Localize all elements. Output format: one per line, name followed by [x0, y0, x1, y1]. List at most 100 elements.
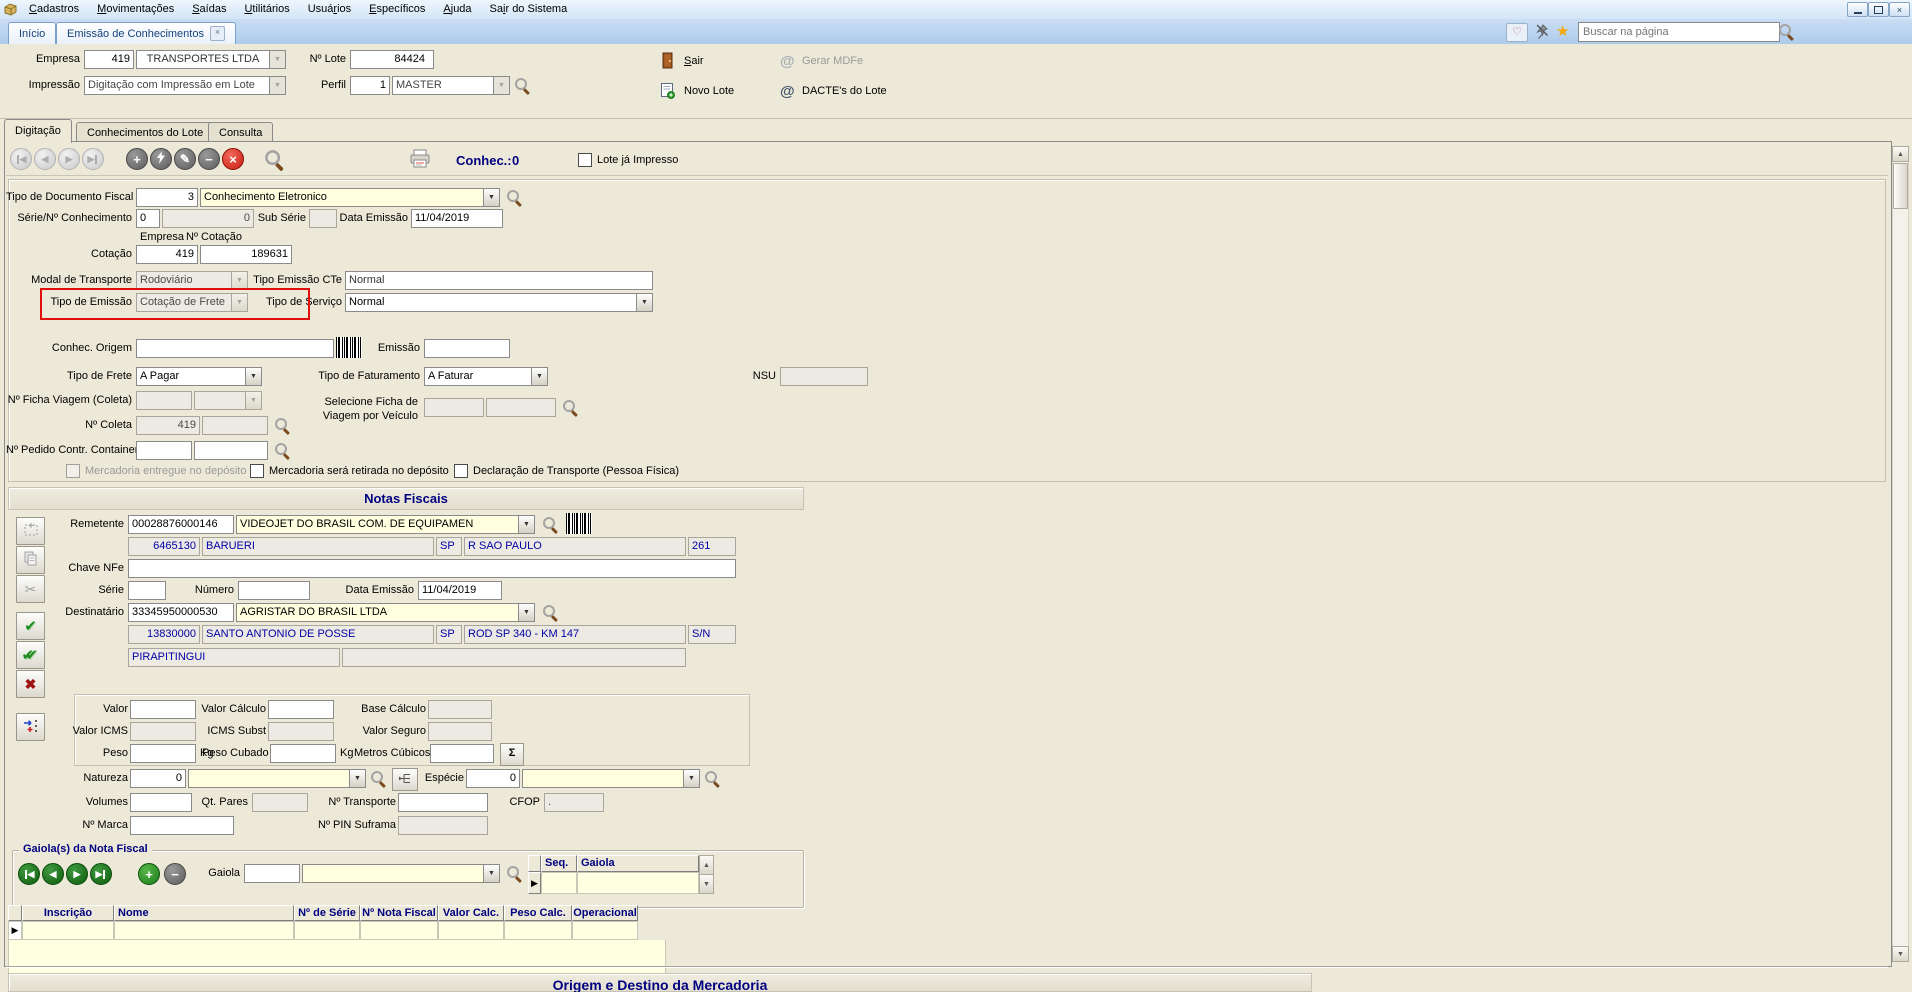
destinatario-search-icon[interactable]	[542, 604, 559, 621]
tipo-doc-search-icon[interactable]	[506, 189, 523, 206]
chave-nfe-field[interactable]	[128, 559, 736, 578]
metros-cubicos-field[interactable]	[430, 744, 494, 763]
destinatario-dropdown-arrow-icon[interactable]: ▼	[518, 603, 535, 622]
sair-button[interactable]: Sair	[684, 52, 704, 71]
search-input[interactable]	[1578, 22, 1780, 42]
especie-dropdown-arrow-icon[interactable]: ▼	[683, 769, 700, 788]
conhec-origem-field[interactable]	[136, 339, 334, 358]
tab-consulta[interactable]: Consulta	[208, 122, 274, 143]
dactes-do-lote-button[interactable]: DACTE's do Lote	[802, 82, 887, 101]
insert-values-button[interactable]	[16, 713, 45, 741]
perfil-code-field[interactable]: 1	[350, 76, 390, 95]
menu-ajuda[interactable]: Ajuda	[434, 0, 480, 19]
serie-field[interactable]: 0	[136, 209, 160, 228]
gaiola-previous-button[interactable]: ◀	[42, 863, 64, 885]
tipo-faturamento-field[interactable]: A Faturar	[424, 367, 532, 386]
grid-cell[interactable]	[438, 921, 504, 940]
vertical-scrollbar[interactable]	[1892, 146, 1909, 962]
tab-close-icon[interactable]: ×	[209, 26, 225, 41]
gaiola-dropdown-arrow-icon[interactable]: ▼	[483, 864, 500, 883]
tab-emissao-de-conhecimentos[interactable]: Emissão de Conhecimentos ×	[56, 22, 236, 44]
printer-icon[interactable]	[408, 149, 432, 169]
menu-saidas[interactable]: Saídas	[183, 0, 235, 19]
grid-cell[interactable]	[22, 921, 114, 940]
search-icon[interactable]	[1778, 23, 1795, 40]
natureza-code-field[interactable]: 0	[130, 769, 186, 788]
menu-movimentacoes[interactable]: Movimentações	[88, 0, 183, 19]
grid-empty-row[interactable]: ▶	[8, 921, 638, 940]
perfil-name-field[interactable]: MASTER	[392, 76, 494, 95]
close-button[interactable]: ×	[1889, 2, 1910, 17]
menu-utilitarios[interactable]: Utilitários	[235, 0, 298, 19]
remetente-search-icon[interactable]	[542, 516, 559, 533]
menu-usuarios[interactable]: Usuários	[299, 0, 360, 19]
gaiola-grid-cell-gaiola[interactable]	[577, 872, 699, 894]
gaiola-remove-button[interactable]: −	[164, 863, 186, 885]
natureza-hierarchy-button[interactable]	[392, 768, 418, 791]
dacte-at-icon[interactable]: @	[780, 82, 795, 101]
favorites-heart-button[interactable]: ♡	[1506, 23, 1528, 42]
tipo-doc-field[interactable]: Conhecimento Eletronico	[200, 188, 484, 207]
empresa-code-field[interactable]: 419	[84, 50, 134, 69]
tab-conhecimentos-do-lote[interactable]: Conhecimentos do Lote	[76, 122, 215, 143]
grid-cell[interactable]	[294, 921, 360, 940]
gaiola-grid-scroll-up[interactable]: ▲	[699, 855, 714, 875]
natureza-dropdown-arrow-icon[interactable]: ▼	[349, 769, 366, 788]
natureza-search-icon[interactable]	[370, 770, 387, 787]
n-transporte-field[interactable]	[398, 793, 488, 812]
menu-especificos[interactable]: Específicos	[360, 0, 434, 19]
empresa-name-field[interactable]: TRANSPORTES LTDA	[136, 50, 270, 69]
toolbar-search-icon[interactable]	[264, 149, 285, 170]
scroll-thumb[interactable]	[1893, 163, 1908, 209]
cancel-nota-button[interactable]: ✖	[16, 670, 45, 698]
especie-code-field[interactable]: 0	[466, 769, 520, 788]
novo-lote-button[interactable]: Novo Lote	[684, 82, 734, 101]
cancel-record-button[interactable]: ×	[222, 148, 244, 170]
gaiola-code-field[interactable]	[244, 864, 300, 883]
emissao-field[interactable]	[424, 339, 510, 358]
remetente-dropdown-arrow-icon[interactable]: ▼	[518, 515, 535, 534]
scroll-up-button[interactable]: ▲	[1892, 146, 1909, 162]
remetente-doc-field[interactable]: 00028876000146	[128, 515, 234, 534]
gaiola-desc-field[interactable]	[302, 864, 484, 883]
gaiola-first-button[interactable]: ◀	[18, 863, 40, 885]
scroll-down-button[interactable]: ▼	[1892, 946, 1909, 962]
tipo-doc-code-field[interactable]: 3	[136, 188, 198, 207]
grid-cell[interactable]	[572, 921, 638, 940]
barcode-icon[interactable]	[336, 337, 362, 358]
gaiola-last-button[interactable]: ▶	[90, 863, 112, 885]
perfil-search-icon[interactable]	[514, 77, 531, 94]
grid-cell[interactable]	[504, 921, 572, 940]
pedido-container-code-field[interactable]	[136, 441, 192, 460]
remetente-nome-field[interactable]: VIDEOJET DO BRASIL COM. DE EQUIPAMEN	[236, 515, 519, 534]
tipo-frete-field[interactable]: A Pagar	[136, 367, 246, 386]
peso-cubado-field[interactable]	[270, 744, 336, 763]
pedido-container-search-icon[interactable]	[274, 442, 291, 459]
tipo-frete-dropdown-arrow-icon[interactable]: ▼	[245, 367, 262, 386]
valor-calculo-field[interactable]	[268, 700, 334, 719]
mercadoria-retirada-checkbox[interactable]: Mercadoria será retirada no depósito	[250, 463, 449, 479]
especie-field[interactable]	[522, 769, 684, 788]
data-emissao-field[interactable]: 11/04/2019	[411, 209, 503, 228]
pin-icon[interactable]	[1534, 22, 1550, 40]
edit-record-button[interactable]: ✎	[174, 148, 196, 170]
lote-field[interactable]: 84424	[350, 50, 434, 69]
tab-inicio[interactable]: Início	[8, 22, 57, 44]
natureza-field[interactable]	[188, 769, 350, 788]
destinatario-doc-field[interactable]: 33345950000530	[128, 603, 234, 622]
gaiola-grid-scroll-down[interactable]: ▼	[699, 874, 714, 894]
serie-nf-field[interactable]	[128, 581, 166, 600]
volumes-field[interactable]	[130, 793, 192, 812]
declaracao-transporte-checkbox[interactable]: Declaração de Transporte (Pessoa Física)	[454, 463, 679, 479]
quick-action-button[interactable]	[150, 148, 172, 170]
lote-ja-impresso-checkbox[interactable]: Lote já Impresso	[578, 152, 678, 168]
star-icon[interactable]: ★	[1556, 22, 1569, 40]
valor-field[interactable]	[130, 700, 196, 719]
numero-nf-field[interactable]	[238, 581, 310, 600]
menu-sair-do-sistema[interactable]: Sair do Sistema	[481, 0, 577, 19]
confirm-all-button[interactable]: ✔ ✔	[16, 641, 45, 669]
data-emissao-nf-field[interactable]: 11/04/2019	[418, 581, 502, 600]
confirm-button[interactable]: ✔	[16, 612, 45, 640]
grid-cell[interactable]	[114, 921, 294, 940]
gaiola-add-button[interactable]: +	[138, 863, 160, 885]
